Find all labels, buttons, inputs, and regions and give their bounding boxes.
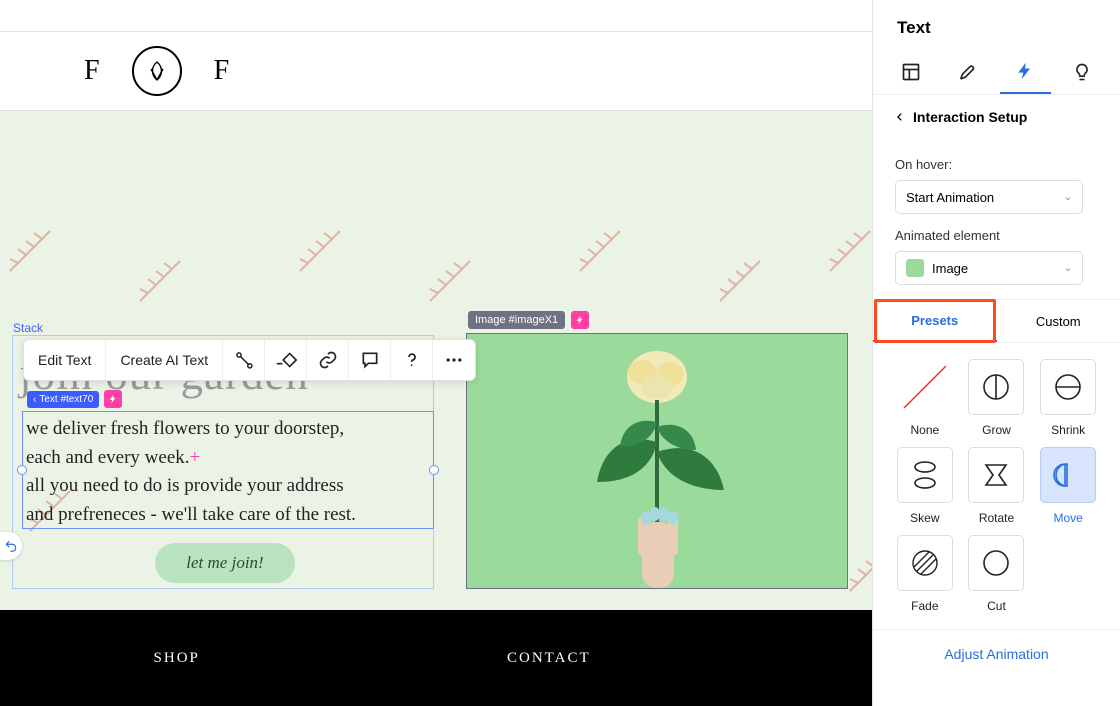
chevron-down-icon: ⌄ — [1064, 263, 1072, 274]
interaction-bolt-icon[interactable] — [571, 311, 589, 329]
text-element-tag[interactable]: ‹ Text #text70 — [27, 390, 122, 408]
on-hover-value: Start Animation — [906, 190, 994, 205]
interaction-bolt-icon[interactable] — [104, 390, 122, 408]
preset-subtabs: Presets Custom — [873, 300, 1120, 343]
animated-element-select[interactable]: Image ⌄ — [895, 251, 1083, 285]
body-line-1: we deliver fresh flowers to your doorste… — [26, 415, 430, 444]
resize-handle-left[interactable] — [17, 465, 27, 475]
tab-design-icon[interactable] — [942, 50, 993, 94]
link-icon[interactable] — [307, 340, 349, 380]
preset-move[interactable]: Move — [1036, 447, 1100, 525]
preset-fade-label: Fade — [911, 599, 938, 613]
animated-element-value: Image — [932, 261, 968, 276]
text-badge[interactable]: ‹ Text #text70 — [27, 391, 99, 408]
footer-link-contact[interactable]: CONTACT — [507, 650, 591, 667]
preset-shrink[interactable]: Shrink — [1036, 359, 1100, 437]
preset-cut[interactable]: Cut — [965, 535, 1029, 613]
comment-icon[interactable] — [349, 340, 391, 380]
stack-label[interactable]: Stack — [13, 321, 43, 335]
footer-link-shop[interactable]: SHOP — [154, 650, 200, 667]
preset-fade[interactable]: Fade — [893, 535, 957, 613]
on-hover-label: On hover: — [895, 157, 1120, 172]
on-hover-select[interactable]: Start Animation ⌄ — [895, 180, 1083, 214]
motion-path-icon[interactable] — [265, 340, 307, 380]
panel-main-tabs — [873, 50, 1120, 95]
brand-letter-left: F — [84, 55, 100, 87]
more-options-icon[interactable] — [433, 340, 475, 380]
preset-skew[interactable]: Skew — [893, 447, 957, 525]
animated-element-label: Animated element — [895, 228, 1120, 243]
brand-letter-right: F — [214, 55, 230, 87]
image-badge[interactable]: Image #imageX1 — [468, 311, 565, 329]
hero-image[interactable] — [466, 333, 848, 589]
cta-button[interactable]: let me join! — [155, 543, 295, 583]
brand-logo-icon — [132, 46, 182, 96]
preset-move-label: Move — [1053, 511, 1082, 525]
preset-grow-label: Grow — [982, 423, 1011, 437]
back-interaction-setup[interactable]: Interaction Setup — [895, 109, 1120, 135]
selected-text-block[interactable]: we deliver fresh flowers to your doorste… — [22, 411, 434, 529]
preset-none[interactable]: None — [893, 359, 957, 437]
preset-rotate[interactable]: Rotate — [965, 447, 1029, 525]
tab-ideas-icon[interactable] — [1057, 50, 1108, 94]
subtab-custom[interactable]: Custom — [997, 300, 1120, 342]
body-line-3: all you need to do is provide your addre… — [26, 472, 430, 501]
preset-skew-label: Skew — [910, 511, 939, 525]
chevron-down-icon: ⌄ — [1064, 192, 1072, 203]
text-badge-label: Text #text70 — [39, 394, 93, 405]
anchor-tool-icon[interactable] — [223, 340, 265, 380]
brand-block: F F — [84, 46, 229, 96]
body-line-2: each and every week. — [26, 447, 190, 468]
help-icon[interactable] — [391, 340, 433, 380]
preset-shrink-label: Shrink — [1051, 423, 1085, 437]
create-ai-text-button[interactable]: Create AI Text — [106, 340, 223, 380]
preset-none-label: None — [910, 423, 939, 437]
inspector-panel: Text Interaction Setup On hover: Start A… — [872, 0, 1120, 706]
element-thumbnail-icon — [906, 259, 924, 277]
insertion-caret-icon: + — [190, 447, 201, 468]
edit-text-button[interactable]: Edit Text — [24, 340, 106, 380]
preset-grow[interactable]: Grow — [965, 359, 1029, 437]
preset-grid: None Grow Shrink Skew Rotate Move Fade — [873, 343, 1120, 629]
back-label: Interaction Setup — [913, 109, 1027, 125]
preset-cut-label: Cut — [987, 599, 1006, 613]
tab-interactions-icon[interactable] — [1000, 50, 1051, 94]
image-element-tag[interactable]: Image #imageX1 — [468, 311, 589, 329]
tab-layout-icon[interactable] — [885, 50, 936, 94]
preset-rotate-label: Rotate — [979, 511, 1014, 525]
panel-title: Text — [873, 0, 1120, 50]
text-context-toolbar: Edit Text Create AI Text — [23, 339, 476, 381]
resize-handle-right[interactable] — [429, 465, 439, 475]
adjust-animation-button[interactable]: Adjust Animation — [873, 629, 1120, 678]
subtab-presets[interactable]: Presets — [873, 300, 997, 342]
body-line-4: and prefreneces - we'll take care of the… — [26, 501, 430, 530]
